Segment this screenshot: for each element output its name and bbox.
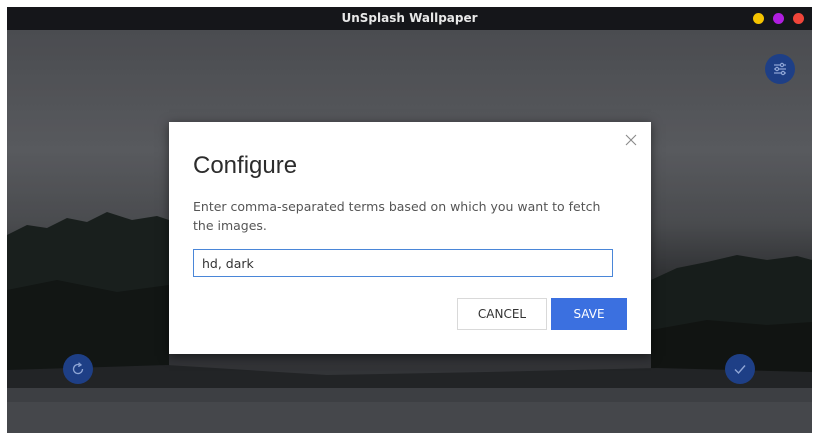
check-icon: [734, 365, 746, 375]
minimize-button[interactable]: [753, 13, 764, 24]
close-icon: [625, 134, 637, 146]
refresh-button[interactable]: [63, 354, 93, 384]
refresh-icon: [72, 362, 84, 375]
settings-button[interactable]: [765, 54, 795, 84]
sliders-icon: [774, 62, 786, 76]
dialog-close-button[interactable]: [621, 130, 641, 150]
configure-dialog: Configure Enter comma-separated terms ba…: [169, 122, 651, 354]
apply-button[interactable]: [725, 354, 755, 384]
save-button[interactable]: SAVE: [551, 298, 627, 330]
dialog-description: Enter comma-separated terms based on whi…: [193, 199, 601, 233]
window-title: UnSplash Wallpaper: [341, 11, 478, 25]
search-terms-input[interactable]: [193, 249, 613, 277]
cancel-button[interactable]: CANCEL: [457, 298, 547, 330]
wallpaper-preview: Configure Enter comma-separated terms ba…: [7, 30, 812, 433]
dialog-title: Configure: [193, 152, 298, 179]
title-bar[interactable]: UnSplash Wallpaper: [7, 7, 812, 30]
close-window-button[interactable]: [793, 13, 804, 24]
maximize-button[interactable]: [773, 13, 784, 24]
app-window: UnSplash Wallpaper Configure Enter comma…: [7, 7, 812, 433]
